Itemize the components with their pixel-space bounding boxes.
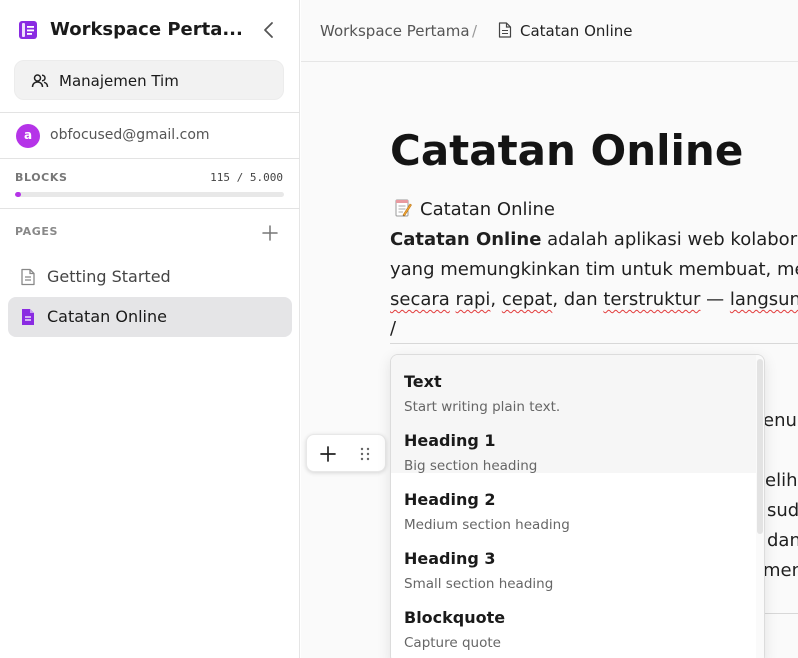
plus-icon[interactable] — [261, 224, 279, 242]
workspace-title[interactable]: Workspace Perta... — [50, 19, 243, 40]
divider — [0, 112, 300, 113]
user-email: obfocused@gmail.com — [50, 127, 210, 143]
menu-item-title: Heading 3 — [404, 549, 496, 568]
paragraph-line[interactable]: secara rapi, cepat, dan terstruktur — la… — [390, 289, 798, 310]
obscured-text: sud — [767, 500, 798, 521]
paragraph-text: , dan — [552, 289, 604, 310]
slash-command-menu: Text Start writing plain text. Heading 1… — [390, 354, 765, 658]
menu-item-title: Heading 2 — [404, 490, 496, 509]
drag-handle-icon[interactable] — [357, 446, 373, 462]
avatar[interactable]: a — [16, 124, 40, 148]
pages-label: PAGES — [15, 225, 59, 238]
menu-item-heading-3[interactable]: Heading 3 Small section heading — [391, 532, 757, 592]
obscured-text: eliha — [765, 470, 798, 491]
team-management-label: Manajemen Tim — [59, 72, 179, 90]
sidebar-page-catatan-online[interactable]: Catatan Online — [8, 297, 292, 337]
menu-item-title: Text — [404, 372, 442, 391]
sidebar-page-getting-started[interactable]: Getting Started — [8, 257, 292, 297]
obscured-text: enu — [763, 410, 797, 431]
divider — [765, 613, 798, 614]
menu-item-title: Blockquote — [404, 608, 506, 627]
menu-item-description: Capture quote — [404, 635, 501, 651]
menu-item-text[interactable]: Text Start writing plain text. — [391, 355, 757, 415]
sidebar-page-label: Catatan Online — [47, 307, 167, 326]
menu-item-heading-2[interactable]: Heading 2 Medium section heading — [391, 473, 757, 533]
menu-item-heading-1[interactable]: Heading 1 Big section heading — [391, 414, 757, 474]
misspelled-word: rapi — [455, 289, 491, 310]
menu-item-blockquote[interactable]: Blockquote Capture quote — [391, 591, 757, 651]
menu-item-description: Big section heading — [404, 458, 538, 474]
paragraph-line[interactable]: yang memungkinkan tim untuk membuat, mer — [390, 259, 798, 280]
page-title[interactable]: Catatan Online — [390, 126, 743, 175]
menu-scrollbar[interactable] — [756, 355, 764, 658]
block-handle — [306, 434, 386, 472]
divider — [0, 208, 300, 209]
document-subtitle[interactable]: Catatan Online — [394, 198, 555, 220]
divider — [390, 343, 798, 344]
obscured-text: dan — [767, 530, 798, 551]
topbar: Workspace Pertama / Catatan Online — [301, 0, 798, 62]
document-subtitle-text: Catatan Online — [420, 199, 555, 220]
file-icon — [21, 268, 35, 286]
blocks-count: 115 / 5.000 — [210, 171, 283, 184]
breadcrumb-workspace[interactable]: Workspace Pertama — [320, 22, 470, 40]
misspelled-word: cepat — [501, 289, 553, 310]
blocks-progress-fill — [15, 192, 22, 197]
plus-icon[interactable] — [318, 444, 338, 464]
sidebar: Workspace Perta... Manajemen Tim a obfoc… — [0, 0, 300, 658]
slash-command-line[interactable]: / — [390, 318, 396, 339]
memo-icon — [395, 199, 412, 217]
menu-item-description: Start writing plain text. — [404, 399, 561, 415]
misspelled-word: langsung — [729, 289, 798, 310]
paragraph-line[interactable]: Catatan Online adalah aplikasi web kolab… — [390, 229, 798, 250]
menu-scrollbar-thumb[interactable] — [757, 359, 763, 534]
workspace-logo-icon — [19, 21, 37, 39]
team-management-button[interactable]: Manajemen Tim — [14, 60, 284, 100]
paragraph-text: — — [700, 289, 730, 310]
menu-item-description: Small section heading — [404, 576, 554, 592]
blocks-label: BLOCKS — [15, 171, 68, 184]
file-icon — [22, 309, 34, 325]
sidebar-page-label: Getting Started — [47, 267, 171, 286]
obscured-text: men — [763, 560, 798, 581]
breadcrumb-separator: / — [472, 22, 478, 40]
chevron-left-icon[interactable] — [260, 20, 278, 40]
menu-item-title: Heading 1 — [404, 431, 496, 450]
bold-text: Catatan Online — [390, 229, 542, 250]
users-icon — [31, 74, 49, 88]
file-icon — [498, 22, 512, 38]
misspelled-word: terstruktur — [603, 289, 701, 310]
misspelled-word: secara — [390, 289, 450, 310]
blocks-progress-bar — [15, 192, 284, 197]
breadcrumb-page[interactable]: Catatan Online — [520, 22, 632, 40]
menu-item-description: Medium section heading — [404, 517, 570, 533]
paragraph-text: adalah aplikasi web kolaboras — [541, 229, 798, 250]
divider — [0, 158, 300, 159]
paragraph-text: , — [490, 289, 502, 310]
workspace-header: Workspace Perta... — [0, 0, 300, 60]
